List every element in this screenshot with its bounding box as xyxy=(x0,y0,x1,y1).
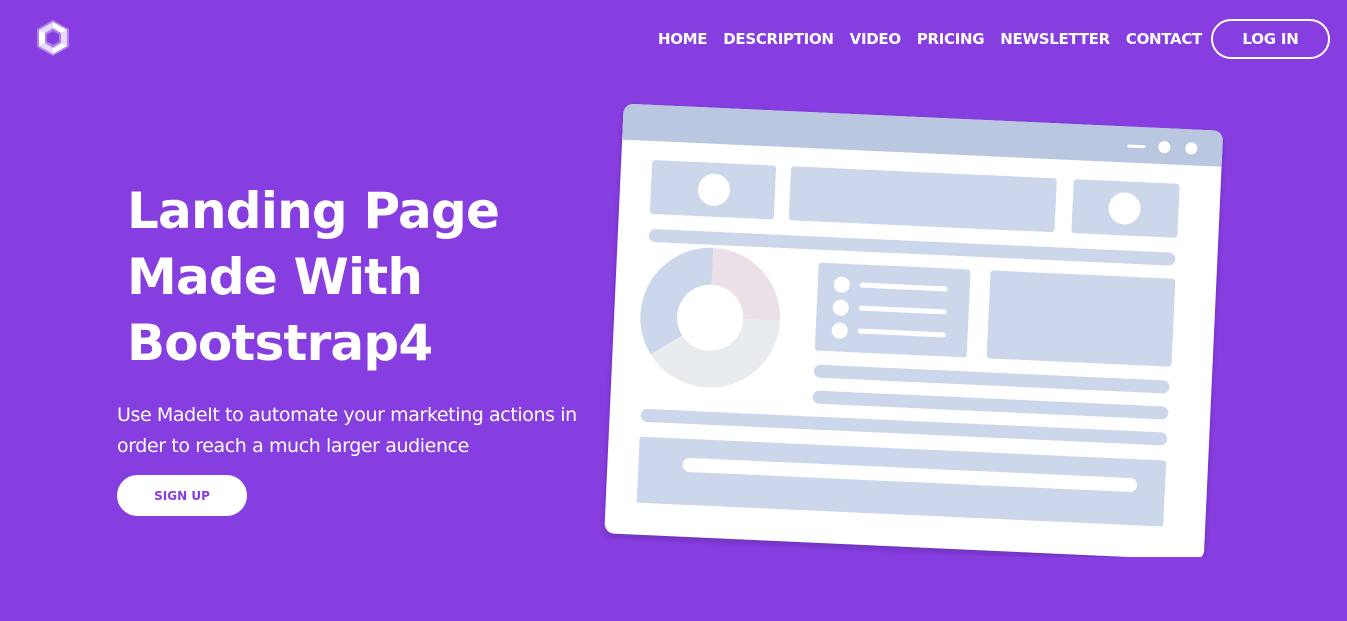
nav-description-link[interactable]: DESCRIPTION xyxy=(723,30,834,48)
nav-pricing-link[interactable]: PRICING xyxy=(917,30,985,48)
login-button[interactable]: LOG IN xyxy=(1211,19,1330,59)
nav-newsletter-link[interactable]: NEWSLETTER xyxy=(1000,30,1110,48)
hero-title-line-2: Made With xyxy=(127,248,423,306)
nav-video-link[interactable]: VIDEO xyxy=(850,30,901,48)
nav-contact-link[interactable]: CONTACT xyxy=(1126,30,1202,48)
dashboard-illustration xyxy=(604,104,1223,557)
main-nav: HOME DESCRIPTION VIDEO PRICING NEWSLETTE… xyxy=(658,19,1330,59)
hero-subtitle: Use MadeIt to automate your marketing ac… xyxy=(117,404,577,457)
landing-page: HOME DESCRIPTION VIDEO PRICING NEWSLETTE… xyxy=(0,0,1347,621)
nav-home-link[interactable]: HOME xyxy=(658,30,708,48)
hero-title-line-1: Landing Page xyxy=(127,182,500,240)
hero-title-line-3: Bootstrap4 xyxy=(127,314,433,372)
signup-button[interactable]: SIGN UP xyxy=(117,475,247,516)
hero-title: Landing Page Made With Bootstrap4 xyxy=(127,178,567,376)
logo-icon[interactable] xyxy=(33,18,73,58)
